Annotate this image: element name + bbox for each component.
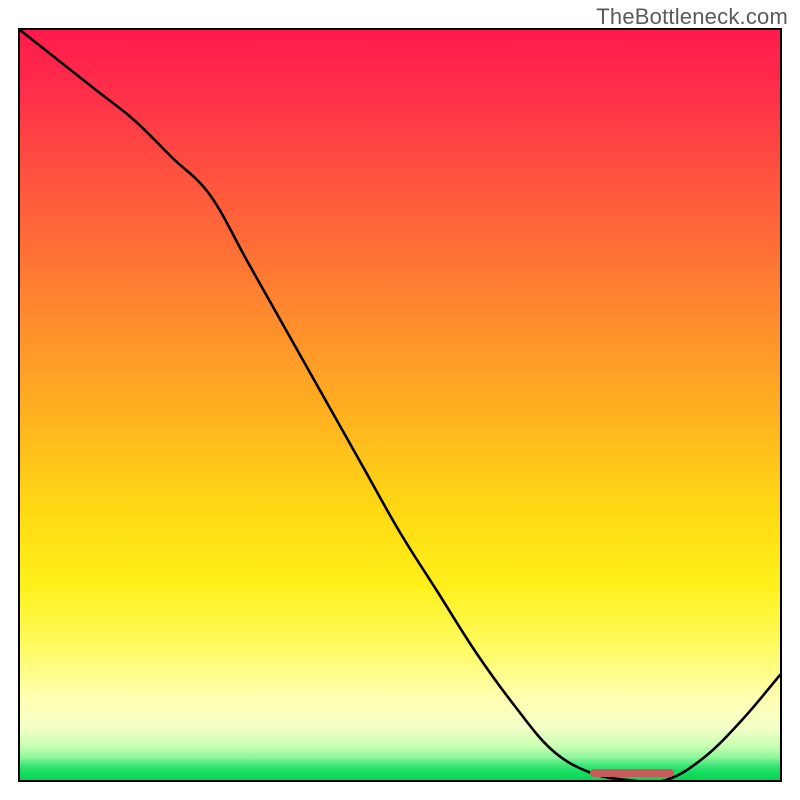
bottleneck-curve xyxy=(20,30,780,780)
watermark-text: TheBottleneck.com xyxy=(596,4,788,30)
chart-container: TheBottleneck.com xyxy=(0,0,800,800)
plot-area xyxy=(18,28,782,782)
curve-layer xyxy=(20,30,780,780)
optimal-range-marker xyxy=(590,769,674,777)
